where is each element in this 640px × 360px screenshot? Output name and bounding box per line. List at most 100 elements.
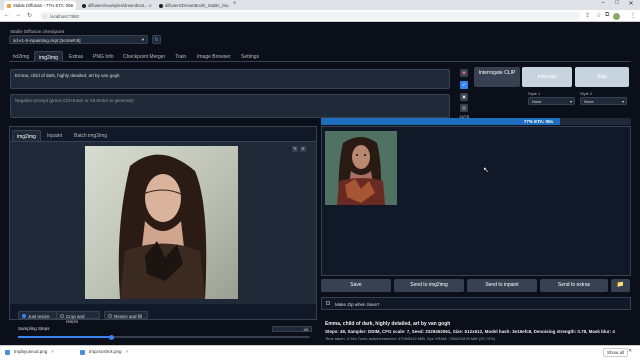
url-input[interactable]: ⓘ localhost:7860 [40, 12, 580, 20]
tab-batch-img2img[interactable]: Batch img2img [70, 130, 111, 141]
style2-value: None [584, 99, 594, 104]
resize-crop-radio[interactable]: Crop and resize [56, 311, 100, 324]
resize-fill-radio[interactable]: Resize and fill [104, 311, 148, 319]
radio-label: Resize and fill [114, 313, 143, 319]
send-to-inpaint-button[interactable]: Send to inpaint [467, 279, 537, 292]
extensions-icon[interactable]: ⧉ [605, 12, 609, 19]
browser-tab-label: diffusers/examples/dreamboot... [88, 3, 148, 8]
refresh-icon[interactable]: ↻ [152, 35, 161, 44]
avatar[interactable] [613, 12, 620, 20]
main-tabs: txt2img img2img Extras PNG Info Checkpoi… [9, 51, 631, 62]
style1-label: Style 1 [528, 91, 541, 96]
close-tab-icon[interactable]: ✕ [71, 3, 74, 8]
new-tab-button[interactable]: + [233, 1, 237, 7]
menu-icon[interactable]: ⋮ [630, 12, 636, 19]
negative-prompt-textarea[interactable]: Negative prompt (press Ctrl+Enter or Alt… [10, 94, 450, 118]
back-icon[interactable]: ← [4, 12, 10, 18]
show-all-button[interactable]: Show all [603, 348, 629, 357]
chevron-down-icon: ▾ [141, 37, 144, 42]
make-zip-label: Make Zip when Save? [335, 302, 380, 307]
radio-label: Just resize [28, 313, 50, 319]
make-zip-checkbox[interactable] [326, 301, 330, 305]
tab-train[interactable]: Train [171, 51, 190, 62]
tab-checkpoint-merger[interactable]: Checkpoint Merger [119, 51, 169, 62]
sampling-steps-label: Sampling Steps [18, 326, 50, 331]
reload-icon[interactable]: ↻ [27, 12, 32, 19]
tab-img2img[interactable]: img2img [34, 51, 63, 62]
radio-dot [21, 314, 26, 318]
clipboard-icon[interactable]: ▤ [460, 104, 468, 112]
forward-icon[interactable]: → [15, 12, 21, 18]
checkbox-icon[interactable]: ✔ [460, 81, 468, 89]
prompt-textarea[interactable]: Emma, child of dark, highly detailed, ar… [10, 69, 450, 89]
tab-image-browser[interactable]: Image Browser [193, 51, 235, 62]
browser-tab-active[interactable]: Stable Diffusion - 77% ETA: 00s ✕ [4, 1, 76, 10]
tab-favicon-icon [7, 3, 11, 8]
checkpoint-label: Stable Diffusion checkpoint [10, 29, 65, 34]
interrupt-button[interactable]: Interrupt [522, 67, 572, 87]
star-icon[interactable]: ☆ [596, 12, 601, 19]
close-icon[interactable]: ✕ [300, 146, 306, 152]
slider-thumb[interactable] [109, 334, 114, 340]
github-icon [82, 3, 86, 8]
browser-tab-label: diffusers/DreamBooth_Stable_Di... [165, 3, 230, 8]
generation-info: Emma, child of dark, highly detailed, ar… [325, 321, 631, 335]
style2-select[interactable]: None ▾ [580, 97, 627, 105]
save-button[interactable]: Save [321, 279, 391, 292]
make-zip-row: Make Zip when Save? [321, 297, 631, 310]
style1-value: None [532, 99, 542, 104]
tab-settings[interactable]: Settings [237, 51, 263, 62]
radio-dot [107, 314, 112, 318]
checkpoint-select[interactable]: sd-v1-5-inpainting.ckpt [3e16efc8] ▾ [9, 35, 148, 44]
browser-tab[interactable]: diffusers/DreamBooth_Stable_Di... ✕ [156, 1, 231, 10]
interrogate-clip-button[interactable]: Interrogate CLIP [474, 67, 520, 87]
image-file-icon [5, 349, 10, 355]
download-item[interactable]: tmpzsos0ck.png ˄ [80, 348, 128, 356]
edit-icon[interactable]: ✎ [292, 146, 298, 152]
chevron-down-icon: ▾ [569, 99, 572, 104]
send-to-extras-button[interactable]: Send to extras [540, 279, 608, 292]
skip-button[interactable]: Skip [575, 67, 629, 87]
close-tab-icon[interactable]: ✕ [149, 3, 152, 8]
style2-label: Style 2 [580, 91, 593, 96]
slider-fill [18, 336, 111, 338]
tab-extras[interactable]: Extras [65, 51, 87, 62]
download-filename: tmpbyusnod.png [14, 349, 48, 354]
radio-dot [59, 314, 64, 318]
chevron-down-icon: ▾ [621, 99, 624, 104]
image-file-icon [80, 349, 85, 355]
info-icon: ⓘ [43, 13, 47, 19]
chevron-up-icon[interactable]: ˄ [126, 349, 129, 354]
share-icon[interactable]: ⇪ [585, 12, 590, 19]
generation-info-params: Steps: 49, Sampler: DDIM, CFG scale: 7, … [325, 329, 615, 334]
checkpoint-value: sd-v1-5-inpainting.ckpt [3e16efc8] [13, 37, 81, 43]
tab-inpaint[interactable]: Inpaint [43, 130, 66, 141]
sampling-steps-input[interactable]: 49 [272, 326, 312, 332]
output-image[interactable] [325, 131, 397, 205]
paste-params-icon[interactable]: ⬢ [460, 69, 468, 77]
close-window-button[interactable]: ✕ [624, 0, 638, 7]
tab-png-info[interactable]: PNG Info [89, 51, 118, 62]
mouse-cursor-icon: ↖ [483, 167, 489, 174]
send-to-img2img-button[interactable]: Send to img2img [394, 279, 464, 292]
github-icon [159, 3, 163, 8]
browser-tab[interactable]: diffusers/examples/dreamboot... ✕ [79, 1, 154, 10]
tab-txt2img[interactable]: txt2img [9, 51, 33, 62]
folder-icon[interactable]: 📁 [611, 279, 630, 292]
download-filename: tmpzsos0ck.png [89, 349, 122, 354]
maximize-button[interactable]: □ [610, 0, 624, 6]
close-icon[interactable]: ✕ [628, 348, 632, 354]
resize-just-resize-radio[interactable]: Just resize [18, 311, 58, 319]
input-image [85, 146, 238, 299]
save-style-icon[interactable]: ▣ [460, 93, 468, 101]
progress-text: 77% ETA: 00s [523, 119, 553, 124]
close-tab-icon[interactable]: ✕ [226, 3, 229, 8]
browser-tab-label: Stable Diffusion - 77% ETA: 00s [13, 3, 73, 8]
minimize-button[interactable]: – [596, 0, 610, 6]
url-text: localhost:7860 [50, 13, 80, 19]
download-item[interactable]: tmpbyusnod.png ˄ [5, 348, 54, 356]
style1-select[interactable]: None ▾ [528, 97, 575, 105]
time-info: Time taken: 2.94s Torch active/reserved:… [325, 336, 496, 341]
tab-input-img2img[interactable]: img2img [12, 130, 41, 141]
chevron-up-icon[interactable]: ˄ [51, 349, 54, 354]
